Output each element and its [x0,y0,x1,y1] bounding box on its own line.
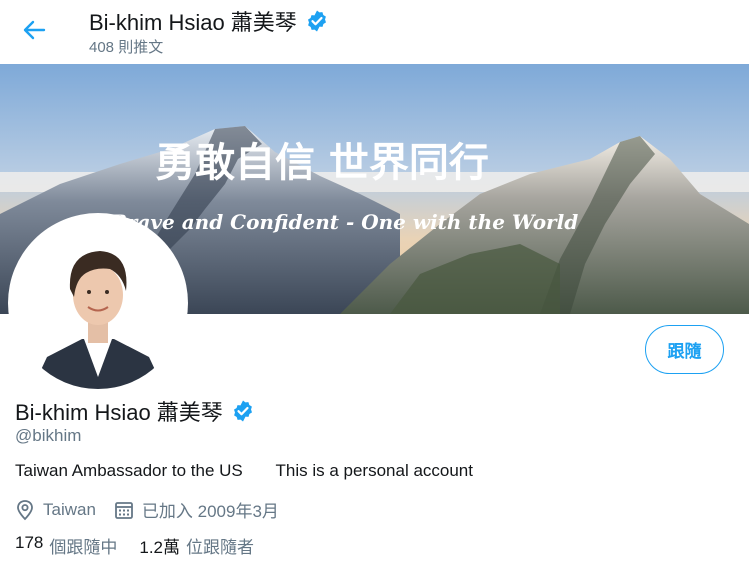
header-name-row: Bi-khim Hsiao 蕭美琴 [89,5,329,37]
joined-item: 已加入 2009年3月 [114,497,279,522]
profile-bio: Taiwan Ambassador to the US This is a pe… [15,461,473,480]
location-item: Taiwan [15,499,96,521]
following-count: 178 [15,533,44,552]
arrow-left-icon [23,20,46,40]
avatar[interactable] [8,213,188,393]
calendar-icon [115,501,133,519]
profile-header: Bi-khim Hsiao 蕭美琴 408 則推文 [0,0,749,64]
verified-badge-icon [233,400,252,422]
location-text: Taiwan [43,499,96,519]
verified-badge-icon [307,10,326,32]
location-pin-icon [17,499,33,520]
profile-name-row: Bi-khim Hsiao 蕭美琴 [15,395,255,427]
header-display-name: Bi-khim Hsiao 蕭美琴 [89,10,297,35]
profile-display-name: Bi-khim Hsiao 蕭美琴 [15,400,223,425]
joined-text: 已加入 2009年3月 [141,502,279,521]
tweet-count: 408 則推文 [89,39,164,56]
back-button[interactable] [20,16,48,44]
following-label: 個跟隨中 [49,538,118,557]
profile-meta: Taiwan 已加入 2009年3月 [15,497,297,522]
profile-handle: @bikhim [15,426,82,445]
followers-stat[interactable]: 1.2萬 位跟隨者 [139,533,254,558]
profile-stats: 178 個跟隨中 1.2萬 位跟隨者 [15,533,254,558]
following-stat[interactable]: 178 個跟隨中 [15,533,117,558]
followers-count: 1.2萬 [139,538,181,557]
avatar-photo [12,217,184,389]
banner-title-chinese: 勇敢自信 世界同行 [155,139,489,186]
followers-label: 位跟隨者 [186,538,255,557]
banner-title-english: Brave and Confident - One with the World [109,210,578,234]
follow-button[interactable]: 跟隨 [645,325,724,374]
